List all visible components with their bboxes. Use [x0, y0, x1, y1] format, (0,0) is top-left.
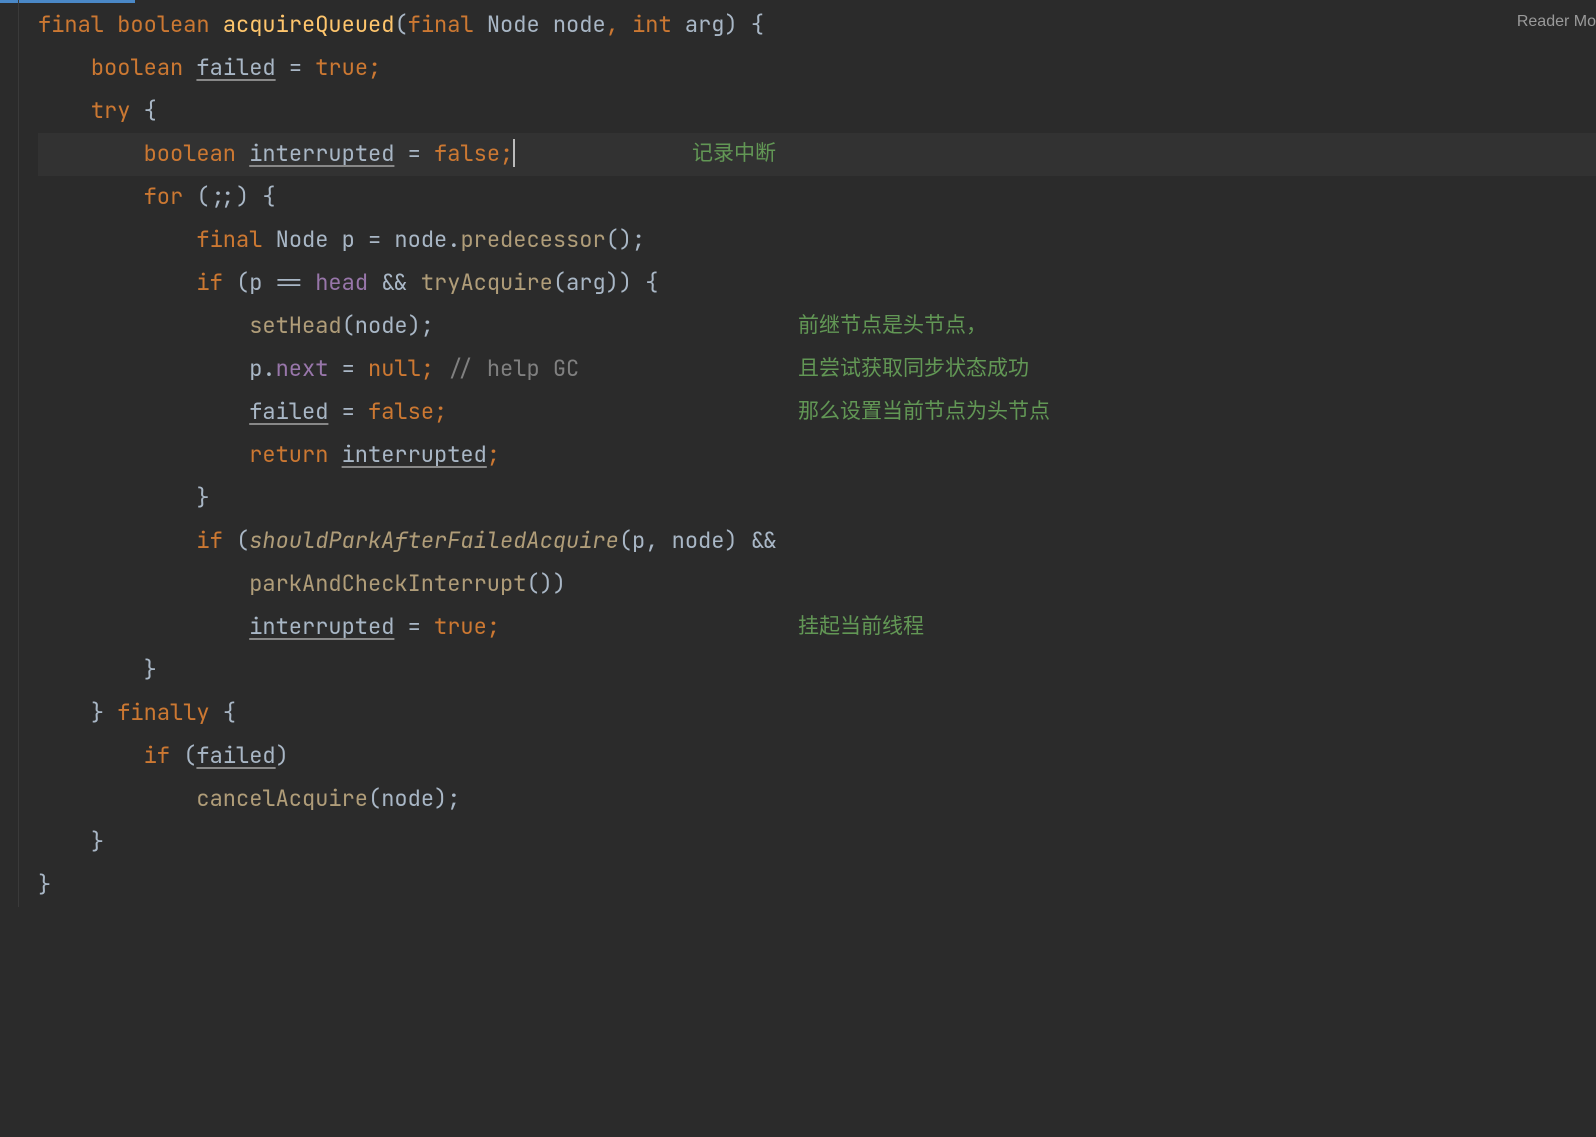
keyword-try: try: [91, 90, 131, 133]
text-cursor: [513, 139, 515, 167]
method-call: predecessor: [460, 219, 605, 262]
param: arg) {: [685, 4, 764, 47]
annotation: 那么设置当前节点为头节点: [798, 392, 1050, 433]
var-interrupted: interrupted: [249, 133, 394, 176]
method-call: cancelAcquire: [196, 778, 368, 821]
keyword-final: final: [408, 4, 474, 47]
method-call: parkAndCheckInterrupt: [249, 563, 526, 606]
code-line[interactable]: final boolean acquireQueued(final Node n…: [38, 4, 1596, 47]
keyword-for: for: [144, 176, 184, 219]
method-call: shouldParkAfterFailedAcquire: [249, 520, 619, 563]
code-line[interactable]: try {: [38, 90, 1596, 133]
keyword-boolean: boolean: [91, 47, 183, 90]
code-line[interactable]: }: [38, 821, 1596, 864]
code-line[interactable]: }: [38, 864, 1596, 907]
keyword-final: final: [196, 219, 262, 262]
code-line[interactable]: final Node p = node.predecessor();: [38, 219, 1596, 262]
var-failed: failed: [196, 735, 275, 778]
keyword-if: if: [196, 262, 222, 305]
method-call: tryAcquire: [421, 262, 553, 305]
annotation: 前继节点是头节点，: [798, 306, 987, 347]
var-interrupted: interrupted: [249, 606, 394, 649]
keyword-true: true: [315, 47, 368, 90]
code-line[interactable]: for (;;) {: [38, 176, 1596, 219]
keyword-return: return: [249, 434, 328, 477]
keyword-final: final: [38, 4, 104, 47]
var-failed: failed: [249, 391, 328, 434]
code-line[interactable]: cancelAcquire(node);: [38, 778, 1596, 821]
code-line[interactable]: interrupted = true;挂起当前线程: [38, 606, 1596, 649]
code-line[interactable]: return interrupted;: [38, 434, 1596, 477]
code-line[interactable]: setHead(node);前继节点是头节点，: [38, 305, 1596, 348]
keyword-int: int: [632, 4, 672, 47]
field-next: next: [276, 348, 329, 391]
code-line[interactable]: }: [38, 477, 1596, 520]
code-line[interactable]: if (failed): [38, 735, 1596, 778]
code-line[interactable]: if (shouldParkAfterFailedAcquire(p, node…: [38, 520, 1596, 563]
code-line[interactable]: } finally {: [38, 692, 1596, 735]
code-editor[interactable]: final boolean acquireQueued(final Node n…: [0, 0, 1596, 907]
annotation: 且尝试获取同步状态成功: [798, 349, 1029, 390]
comment: // help GC: [447, 348, 579, 391]
code-line[interactable]: p.next = null; // help GC且尝试获取同步状态成功: [38, 348, 1596, 391]
code-line-active[interactable]: boolean interrupted = false;记录中断: [38, 133, 1596, 176]
keyword-boolean: boolean: [117, 4, 209, 47]
keyword-if: if: [144, 735, 170, 778]
keyword-finally: finally: [117, 692, 209, 735]
keyword-boolean: boolean: [144, 133, 236, 176]
code-line[interactable]: failed = false;那么设置当前节点为头节点: [38, 391, 1596, 434]
code-line[interactable]: if (p == head && tryAcquire(arg)) {: [38, 262, 1596, 305]
keyword-null: null: [368, 348, 421, 391]
field-head: head: [315, 262, 368, 305]
annotation: 挂起当前线程: [798, 607, 924, 648]
code-line[interactable]: parkAndCheckInterrupt()): [38, 563, 1596, 606]
keyword-false: false: [368, 391, 434, 434]
method-name: acquireQueued: [223, 4, 395, 47]
method-call: setHead: [249, 305, 341, 348]
code-line[interactable]: boolean failed = true;: [38, 47, 1596, 90]
param: Node node: [487, 4, 606, 47]
keyword-if: if: [196, 520, 222, 563]
var-interrupted: interrupted: [342, 434, 487, 477]
keyword-false: false: [434, 133, 500, 176]
var-failed: failed: [196, 47, 275, 90]
code-line[interactable]: }: [38, 649, 1596, 692]
annotation: 记录中断: [692, 134, 776, 175]
keyword-true: true: [434, 606, 487, 649]
